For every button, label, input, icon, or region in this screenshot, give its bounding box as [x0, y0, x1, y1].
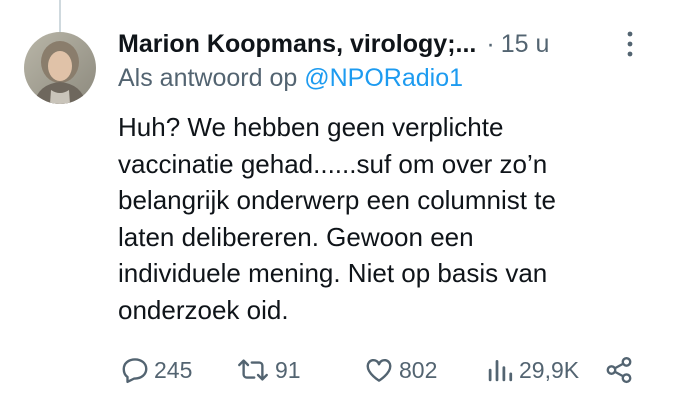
heart-icon — [363, 355, 395, 385]
share-button[interactable] — [604, 350, 634, 390]
tweet-text-line: individuele mening. Niet op basis van — [118, 258, 548, 288]
action-bar: 245 91 802 29,9K — [118, 350, 660, 390]
retweet-count: 91 — [275, 356, 301, 383]
avatar[interactable] — [24, 32, 96, 104]
author-name[interactable]: Marion Koopmans, virology;... — [118, 30, 476, 59]
retweet-icon — [235, 355, 271, 385]
reply-context: Als antwoord op @NPORadio1 — [118, 64, 463, 93]
reply-count: 245 — [154, 356, 193, 383]
like-count: 802 — [399, 356, 438, 383]
retweet-button[interactable]: 91 — [235, 350, 301, 390]
views-button[interactable]: 29,9K — [485, 350, 579, 390]
like-button[interactable]: 802 — [363, 350, 437, 390]
tweet-text-line: vaccinatie gehad......suf om over zo’n — [118, 148, 548, 179]
timestamp[interactable]: 15 u — [501, 30, 550, 59]
vertical-dots-icon[interactable] — [620, 26, 640, 62]
share-icon — [604, 355, 634, 385]
thread-line — [59, 0, 61, 32]
reply-prefix: Als antwoord op — [118, 64, 298, 92]
views-count: 29,9K — [519, 356, 580, 383]
tweet-text-line: laten delibereren. Gewoon een — [118, 221, 474, 252]
speech-bubble-icon — [120, 355, 150, 385]
tweet-text-line: Huh? We hebben geen verplichte — [118, 112, 504, 142]
bar-chart-icon — [485, 355, 515, 385]
tweet-card[interactable]: Marion Koopmans, virology;... · 15 u Als… — [0, 0, 680, 416]
tweet-text-line: belangrijk onderwerp een columnist te — [118, 185, 556, 215]
tweet-text-line: onderzoek oid. — [118, 294, 289, 325]
tweet-text: Huh? We hebben geen verplichte vaccinati… — [118, 109, 663, 328]
tweet-header: Marion Koopmans, virology;... · 15 u — [118, 26, 660, 62]
reply-handle-link[interactable]: @NPORadio1 — [304, 64, 463, 92]
separator-dot: · — [486, 29, 495, 58]
reply-button[interactable]: 245 — [120, 350, 192, 390]
